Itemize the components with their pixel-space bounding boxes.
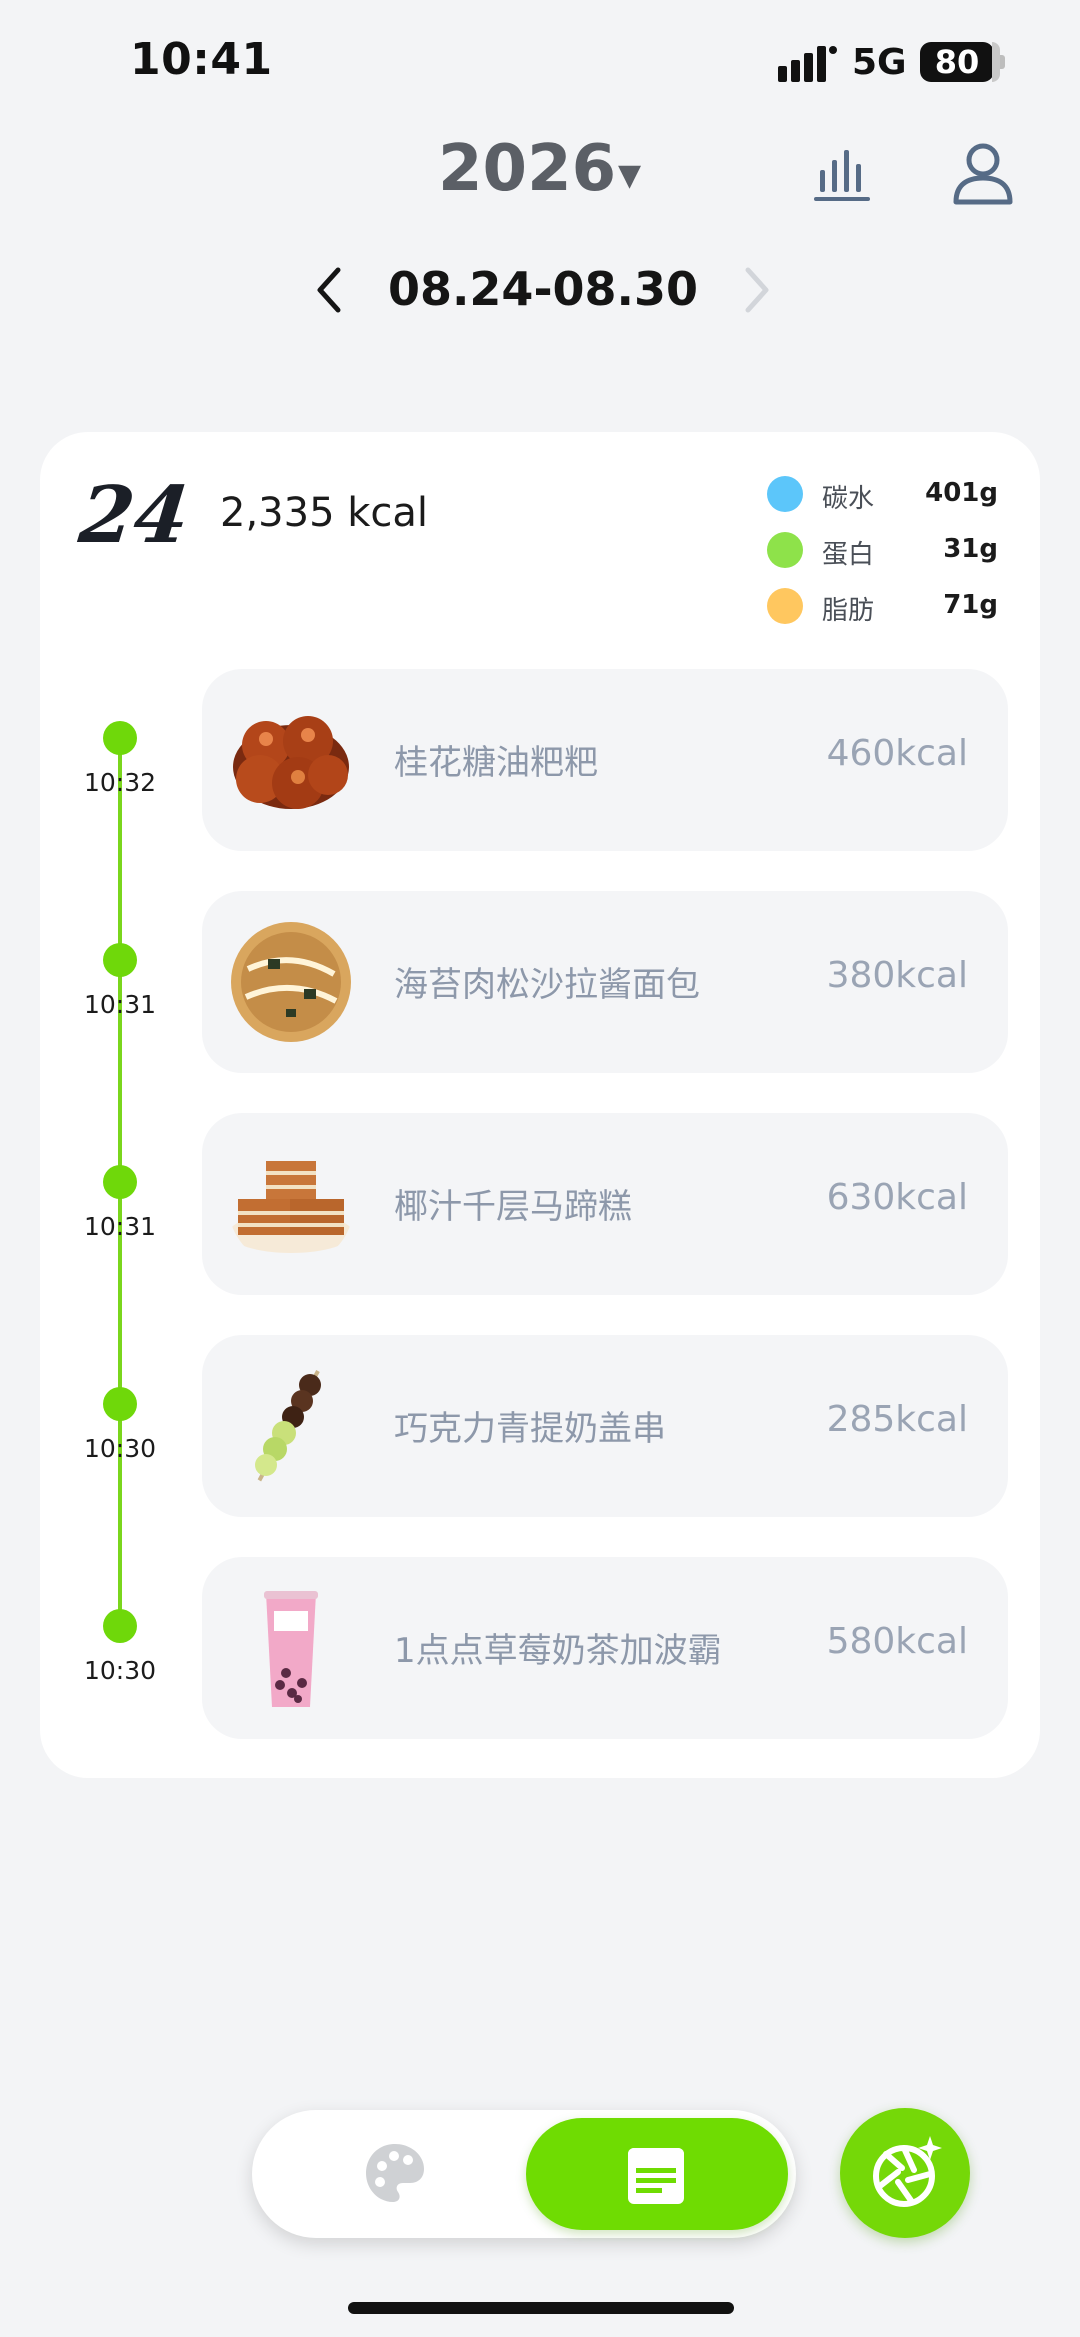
camera-scan-button[interactable] xyxy=(840,2108,970,2238)
caret-down-icon[interactable]: ▼ xyxy=(618,158,641,193)
strawberry-milk-tea-icon xyxy=(264,1591,318,1707)
home-indicator xyxy=(348,2302,734,2314)
meal-calories: 580kcal xyxy=(826,1621,968,1662)
bar-chart-icon[interactable] xyxy=(812,142,874,204)
timeline-dot xyxy=(103,943,137,977)
meal-card[interactable]: 巧克力青提奶盖串 285kcal xyxy=(202,1335,1008,1517)
timeline-dot xyxy=(103,1387,137,1421)
aperture-sparkle-icon xyxy=(873,2136,942,2207)
carbs-dot xyxy=(767,476,803,512)
layered-water-chestnut-cake-icon xyxy=(229,1161,353,1253)
meal-name: 椰汁千层马蹄糕 xyxy=(394,1187,632,1227)
carbs-value: 401g xyxy=(925,478,998,508)
meal-card[interactable]: 桂花糖油粑粑 460kcal xyxy=(202,669,1008,851)
meal-calories: 630kcal xyxy=(826,1177,968,1218)
meal-card[interactable]: 1点点草莓奶茶加波霸 580kcal xyxy=(202,1557,1008,1739)
meal-name: 巧克力青提奶盖串 xyxy=(394,1409,666,1449)
meal-calories: 285kcal xyxy=(826,1399,968,1440)
signal-icon xyxy=(778,46,837,82)
meal-name: 桂花糖油粑粑 xyxy=(394,743,598,783)
meal-calories: 380kcal xyxy=(826,955,968,996)
glazed-rice-cake-icon xyxy=(233,716,349,809)
status-time: 10:41 xyxy=(130,34,273,85)
fat-dot xyxy=(767,588,803,624)
timeline-dot xyxy=(103,1165,137,1199)
meal-name: 海苔肉松沙拉酱面包 xyxy=(394,965,700,1005)
palette-icon[interactable] xyxy=(362,2140,428,2206)
protein-label: 蛋白 xyxy=(822,540,875,570)
total-calories: 2,335 kcal xyxy=(220,490,429,536)
meal-name: 1点点草莓奶茶加波霸 xyxy=(394,1631,722,1671)
meal-time: 10:31 xyxy=(83,990,157,1019)
carbs-label: 碳水 xyxy=(822,484,875,514)
meal-calories: 460kcal xyxy=(826,733,968,774)
protein-value: 31g xyxy=(943,534,998,564)
protein-dot xyxy=(767,532,803,568)
chocolate-grape-skewer-icon xyxy=(255,1370,321,1484)
battery-icon: 80 xyxy=(920,42,994,82)
meal-time: 10:31 xyxy=(83,1212,157,1241)
year-selector[interactable]: 2026 xyxy=(438,132,616,206)
list-card-icon[interactable] xyxy=(626,2146,686,2206)
date-range: 08.24-08.30 xyxy=(387,262,699,316)
network-type: 5G xyxy=(852,42,907,83)
timeline-dot xyxy=(103,721,137,755)
chevron-left-icon[interactable] xyxy=(310,262,350,318)
day-number: 24 xyxy=(75,470,194,561)
meal-card[interactable]: 海苔肉松沙拉酱面包 380kcal xyxy=(202,891,1008,1073)
battery-nub xyxy=(1000,55,1005,69)
meal-time: 10:30 xyxy=(83,1656,157,1685)
fat-value: 71g xyxy=(943,590,998,620)
user-icon[interactable] xyxy=(950,140,1016,206)
fat-label: 脂肪 xyxy=(822,596,875,626)
battery-level: 80 xyxy=(934,43,980,81)
meal-card[interactable]: 椰汁千层马蹄糕 630kcal xyxy=(202,1113,1008,1295)
meal-time: 10:32 xyxy=(83,768,157,797)
battery-remaining xyxy=(992,42,1000,82)
chevron-right-icon[interactable] xyxy=(736,262,776,318)
seaweed-pork-floss-bun-icon xyxy=(231,922,351,1042)
meal-time: 10:30 xyxy=(83,1434,157,1463)
timeline-dot xyxy=(103,1609,137,1643)
